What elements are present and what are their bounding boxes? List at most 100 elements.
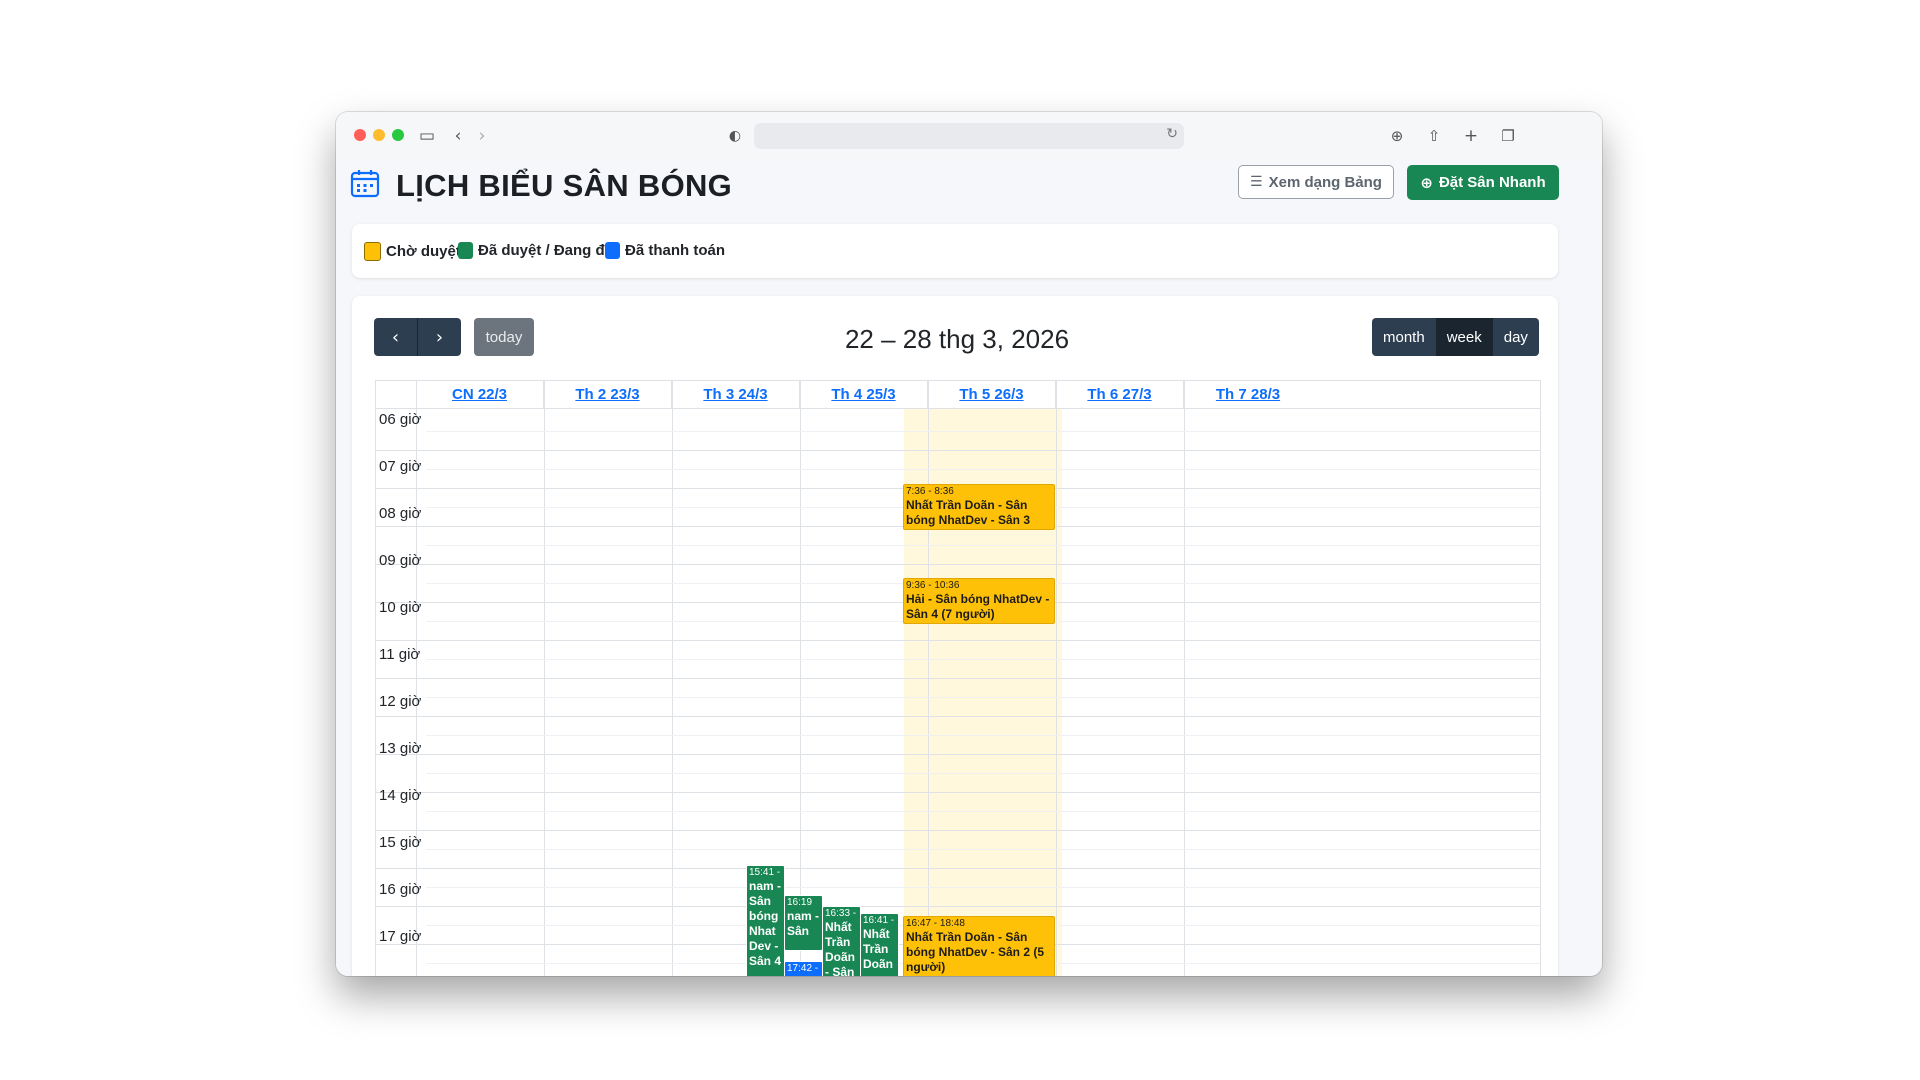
view-table-label: Xem dạng Bảng <box>1268 173 1382 191</box>
event-time: 16:47 - 18:48 <box>906 918 965 929</box>
new-tab-icon[interactable]: + <box>1460 125 1482 147</box>
legend-item-paid: Đã thanh toán <box>605 242 725 259</box>
plus-circle-icon: ⊕ <box>1420 173 1433 192</box>
browser-toolbar: ▭ ‹ › ◐ ↻ ⊕ ⇧ + ❐ <box>336 112 1602 160</box>
prev-week-button[interactable]: ‹ <box>374 318 417 356</box>
event-title: Nhất Trần Doãn <box>863 927 893 971</box>
event-time: 9:36 - 10:36 <box>906 580 960 591</box>
shield-icon[interactable]: ◐ <box>724 125 746 147</box>
day-header[interactable]: CN 22/3 <box>416 381 544 408</box>
view-week-button[interactable]: week <box>1435 318 1493 356</box>
grid-line <box>376 640 1540 641</box>
back-icon[interactable]: ‹ <box>447 125 469 147</box>
booking-event[interactable]: 16:47 - 18:48 Nhất Trần Doãn - Sân bóng … <box>903 916 1055 976</box>
booking-event[interactable]: 9:36 - 10:36 Hải - Sân bóng NhatDev - Sâ… <box>903 578 1055 624</box>
grid-line <box>426 545 1540 546</box>
event-time: 15:41 - <box>749 867 781 878</box>
event-title: nam - Sân bóng Nhat Dev - Sân 4 <box>749 879 782 968</box>
tabs-overview-icon[interactable]: ❐ <box>1497 125 1519 147</box>
grid-line <box>426 659 1540 660</box>
list-icon: ☰ <box>1250 174 1263 190</box>
hour-label: 13 giờ <box>379 740 422 757</box>
grid-line <box>426 773 1540 774</box>
day-header[interactable]: Th 7 28/3 <box>1184 381 1312 408</box>
hour-label: 14 giờ <box>379 787 422 804</box>
hour-label: 12 giờ <box>379 693 422 710</box>
day-header[interactable]: Th 2 23/3 <box>544 381 672 408</box>
sidebar-toggle-icon[interactable]: ▭ <box>416 125 438 147</box>
day-header[interactable]: Th 4 25/3 <box>800 381 928 408</box>
chevron-left-icon: ‹ <box>391 326 400 348</box>
forward-icon[interactable]: › <box>471 125 493 147</box>
booking-event[interactable]: 17:42 - <box>784 961 823 976</box>
event-title: nam - Sân <box>787 909 820 938</box>
booking-event[interactable]: 16:19 nam - Sân <box>784 895 823 951</box>
booking-event[interactable]: 16:33 - Nhất Trần Doãn - Sân <box>822 906 861 976</box>
legend: Chờ duyệt Đã duyệt / Đang đá Đã thanh to… <box>352 224 1558 278</box>
view-month-button[interactable]: month <box>1372 318 1436 356</box>
pending-swatch <box>364 242 381 261</box>
calendar: ‹ › today 22 – 28 thg 3, 2026 month week… <box>352 296 1558 976</box>
legend-item-pending: Chờ duyệt <box>364 242 461 261</box>
grid-line <box>376 450 1540 451</box>
page-title: LỊCH BIỂU SÂN BÓNG <box>396 168 733 203</box>
hour-label: 09 giờ <box>379 552 422 569</box>
hour-label: 11 giờ <box>379 646 421 663</box>
grid-line <box>426 811 1540 812</box>
day-header[interactable]: Th 5 26/3 <box>928 381 1056 408</box>
download-icon[interactable]: ⊕ <box>1386 125 1408 147</box>
event-time: 17:42 - <box>787 963 819 974</box>
grid-line <box>426 887 1540 888</box>
grid-line <box>376 678 1540 679</box>
booking-event[interactable]: 7:36 - 8:36 Nhất Trần Doãn - Sân bóng Nh… <box>903 484 1055 530</box>
grid-line <box>426 697 1540 698</box>
day-header[interactable]: Th 6 27/3 <box>1056 381 1184 408</box>
paid-swatch <box>605 242 620 259</box>
today-button[interactable]: today <box>474 318 534 356</box>
legend-label: Đã duyệt / Đang đá <box>478 242 614 259</box>
booking-event[interactable]: 15:41 - nam - Sân bóng Nhat Dev - Sân 4 <box>746 865 785 976</box>
hour-label: 06 giờ <box>379 411 422 428</box>
legend-label: Đã thanh toán <box>625 242 725 259</box>
grid-line <box>376 754 1540 755</box>
event-time: 16:19 <box>787 897 813 908</box>
share-icon[interactable]: ⇧ <box>1423 125 1445 147</box>
legend-item-approved: Đã duyệt / Đang đá <box>458 242 613 259</box>
event-time: 16:41 - <box>863 915 895 926</box>
reload-icon[interactable]: ↻ <box>1166 126 1178 142</box>
calendar-icon <box>350 170 380 198</box>
page-content: LỊCH BIỂU SÂN BÓNG ☰ Xem dạng Bảng ⊕ Đặt… <box>336 160 1602 976</box>
address-bar[interactable]: ↻ <box>754 123 1184 149</box>
quick-book-label: Đặt Sân Nhanh <box>1438 174 1546 191</box>
grid-line <box>376 906 1540 907</box>
approved-swatch <box>458 242 473 259</box>
hour-label: 08 giờ <box>379 505 422 522</box>
week-grid: CN 22/3 Th 2 23/3 Th 3 24/3 Th 4 25/3 Th… <box>375 380 1541 976</box>
quick-book-button[interactable]: ⊕ Đặt Sân Nhanh <box>1407 165 1559 200</box>
grid-line <box>376 716 1540 717</box>
minimize-window-button[interactable] <box>373 129 385 141</box>
grid-line <box>376 868 1540 869</box>
view-table-button[interactable]: ☰ Xem dạng Bảng <box>1238 165 1394 199</box>
booking-event[interactable]: 16:41 - Nhất Trần Doãn <box>860 913 899 976</box>
hour-label: 10 giờ <box>379 599 422 616</box>
legend-label: Chờ duyệt <box>386 243 461 260</box>
view-switcher: month week day <box>1372 318 1539 356</box>
grid-line <box>376 564 1540 565</box>
grid-line <box>426 849 1540 850</box>
chevron-right-icon: › <box>435 326 444 348</box>
grid-line <box>376 830 1540 831</box>
browser-window: ▭ ‹ › ◐ ↻ ⊕ ⇧ + ❐ LỊCH BIỂU SÂN BÓNG ☰ X… <box>336 112 1602 976</box>
grid-line <box>376 792 1540 793</box>
hour-label: 15 giờ <box>379 834 422 851</box>
close-window-button[interactable] <box>354 129 366 141</box>
event-time: 16:33 - <box>825 908 857 919</box>
hour-label: 07 giờ <box>379 458 422 475</box>
next-week-button[interactable]: › <box>417 318 461 356</box>
zoom-window-button[interactable] <box>392 129 404 141</box>
grid-line <box>376 408 1540 409</box>
grid-line <box>426 735 1540 736</box>
event-title: Nhất Trần Doãn - Sân <box>825 920 855 976</box>
view-day-button[interactable]: day <box>1492 318 1539 356</box>
day-header[interactable]: Th 3 24/3 <box>672 381 800 408</box>
